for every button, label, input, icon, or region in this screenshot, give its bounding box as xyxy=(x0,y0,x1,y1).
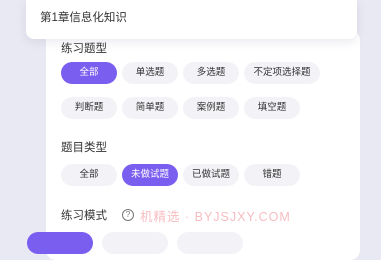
practice-type-chip-fill-blank[interactable]: 填空题 xyxy=(244,97,300,119)
practice-mode-chip-selected[interactable] xyxy=(27,232,93,254)
help-icon[interactable]: ? xyxy=(122,209,134,221)
practice-type-chip-indefinite-choice[interactable]: 不定项选择题 xyxy=(244,62,320,84)
practice-type-title: 练习题型 xyxy=(61,43,107,55)
practice-mode-chip-3[interactable] xyxy=(177,232,243,254)
question-category-chip-all[interactable]: 全部 xyxy=(61,164,117,186)
practice-mode-chip-2[interactable] xyxy=(102,232,168,254)
practice-type-chip-multiple-choice[interactable]: 多选题 xyxy=(183,62,239,84)
practice-type-chip-case-study[interactable]: 案例题 xyxy=(183,97,239,119)
practice-type-chip-true-false[interactable]: 判断题 xyxy=(61,97,117,119)
practice-type-chip-short-answer[interactable]: 简单题 xyxy=(122,97,178,119)
chapter-label: 第1章信息化知识 xyxy=(40,12,127,24)
question-category-chip-done[interactable]: 已做试题 xyxy=(183,164,239,186)
practice-type-chip-single-choice[interactable]: 单选题 xyxy=(122,62,178,84)
question-category-chip-wrong[interactable]: 错题 xyxy=(244,164,300,186)
watermark-text: 机精选 · BYJSJXY.COM xyxy=(140,210,291,224)
practice-mode-title: 练习模式 xyxy=(61,210,107,222)
question-category-title: 题目类型 xyxy=(61,142,107,154)
chapter-selector[interactable]: 第1章信息化知识 xyxy=(26,0,357,39)
practice-type-chip-all[interactable]: 全部 xyxy=(61,62,117,84)
question-category-chip-not-done[interactable]: 未做试题 xyxy=(122,164,178,186)
